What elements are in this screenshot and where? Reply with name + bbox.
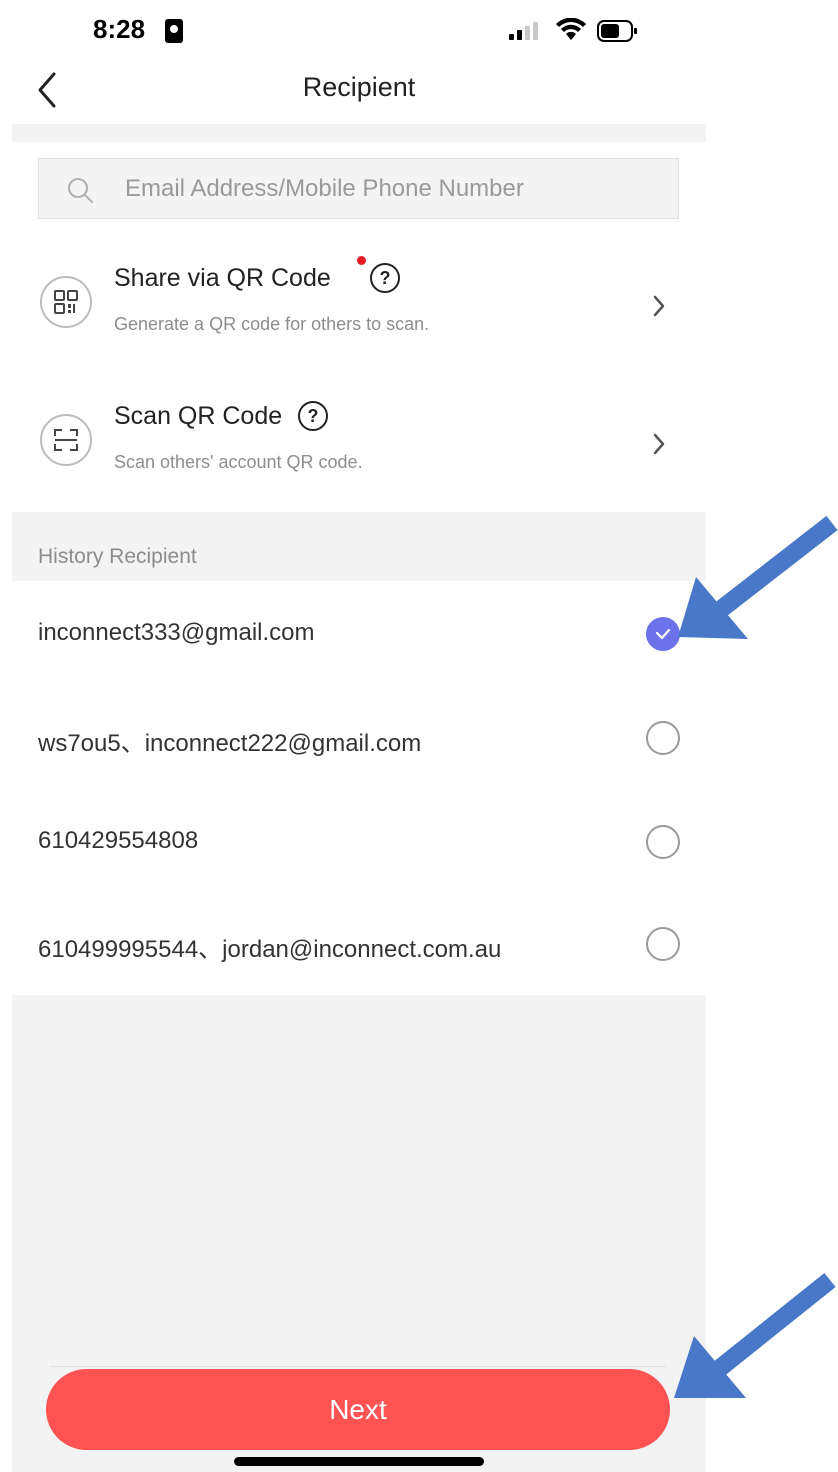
next-button[interactable]: Next xyxy=(46,1369,670,1450)
annotation-arrow-icon xyxy=(674,1272,836,1398)
scan-frame-icon xyxy=(40,414,92,466)
recipient-row[interactable]: inconnect333@gmail.com xyxy=(12,581,706,685)
help-icon[interactable]: ? xyxy=(370,263,400,293)
wifi-icon xyxy=(556,18,586,40)
home-indicator xyxy=(234,1457,484,1466)
chevron-right-icon xyxy=(653,433,665,455)
radio-unchecked-icon[interactable] xyxy=(646,927,680,961)
scan-qr-code-title: Scan QR Code xyxy=(114,402,283,430)
scan-qr-code-subtitle: Scan others' account QR code. xyxy=(114,452,363,472)
radio-unchecked-icon[interactable] xyxy=(646,825,680,859)
share-via-qr-code-subtitle: Generate a QR code for others to scan. xyxy=(114,314,430,334)
phone-screen: 8:28 Recipient Email Address/Mobile Phon… xyxy=(0,0,718,1472)
page-title: Recipient xyxy=(302,72,416,102)
footer-divider xyxy=(50,1366,666,1367)
search-input[interactable] xyxy=(125,159,665,218)
recipient-row[interactable]: ws7ou5、inconnect222@gmail.com xyxy=(12,685,706,789)
recipient-text: ws7ou5、inconnect222@gmail.com xyxy=(38,730,422,757)
recipient-text: 610499995544、jordan@inconnect.com.au xyxy=(38,936,502,963)
search-box[interactable] xyxy=(38,158,679,219)
battery-icon xyxy=(597,20,637,42)
status-bar: 8:28 xyxy=(0,0,718,64)
share-via-qr-code-title: Share via QR Code xyxy=(114,264,331,292)
qr-code-icon xyxy=(40,276,92,328)
nav-bar: Recipient xyxy=(0,64,718,124)
section-divider xyxy=(12,124,706,142)
recipient-row[interactable]: 610499995544、jordan@inconnect.com.au xyxy=(12,891,706,995)
annotation-arrow-icon xyxy=(678,515,838,639)
share-via-qr-code-row[interactable]: Share via QR Code ? Generate a QR code f… xyxy=(12,244,706,364)
contact-card-icon xyxy=(165,19,183,43)
recipient-text: 610429554808 xyxy=(38,827,199,854)
scan-qr-code-row[interactable]: Scan QR Code ? Scan others' account QR c… xyxy=(12,382,706,502)
status-time: 8:28 xyxy=(93,14,146,44)
help-icon[interactable]: ? xyxy=(298,401,328,431)
recipient-text: inconnect333@gmail.com xyxy=(38,619,315,646)
history-section-header: History Recipient xyxy=(12,512,706,581)
signal-icon xyxy=(509,22,538,40)
search-icon xyxy=(68,178,93,203)
chevron-right-icon xyxy=(653,295,665,317)
recipient-row[interactable]: 610429554808 xyxy=(12,789,706,893)
notification-dot xyxy=(357,256,366,265)
radio-unchecked-icon[interactable] xyxy=(646,721,680,755)
history-recipient-label: History Recipient xyxy=(38,545,197,568)
